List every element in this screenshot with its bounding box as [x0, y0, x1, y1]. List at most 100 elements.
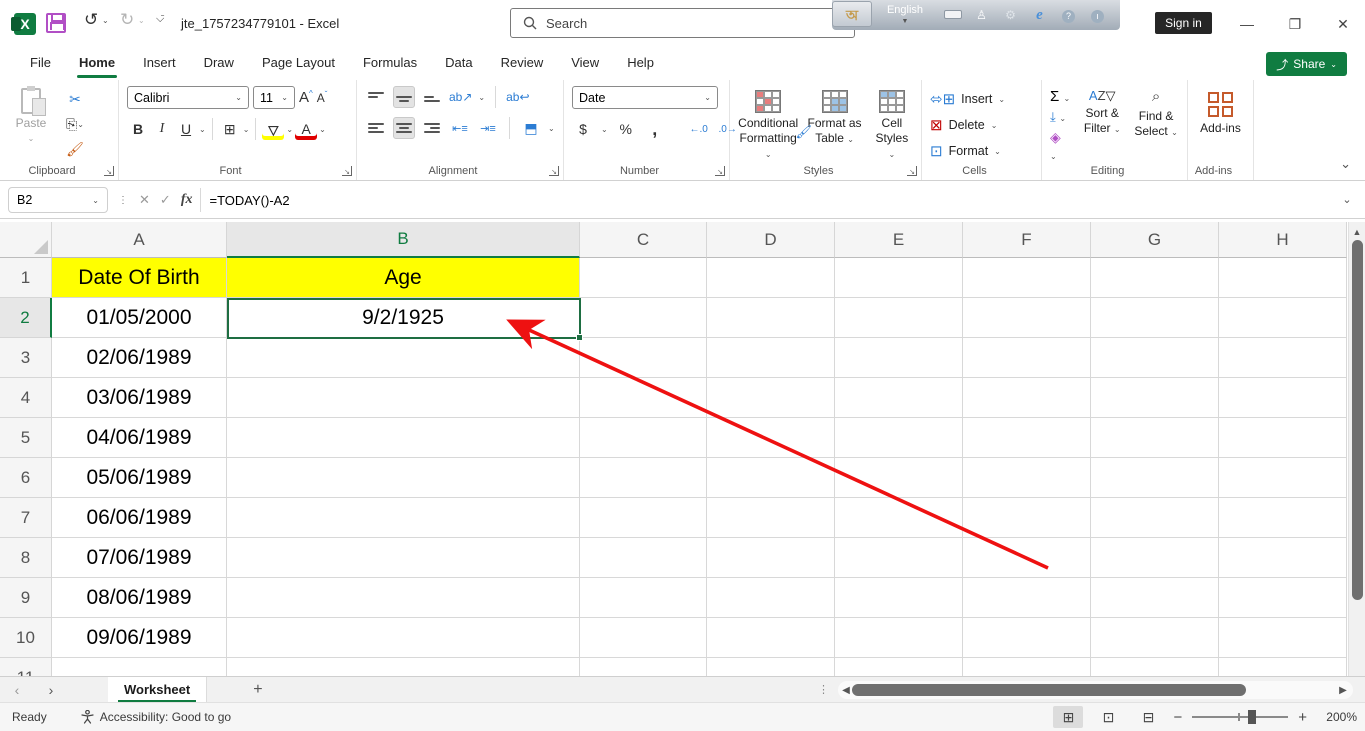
cell-E7[interactable]: [835, 498, 963, 538]
cell-H11[interactable]: [1219, 658, 1347, 676]
restore-button[interactable]: ❐: [1280, 13, 1310, 35]
cell-F1[interactable]: [963, 258, 1091, 298]
save-icon[interactable]: [46, 13, 66, 33]
cell-G9[interactable]: [1091, 578, 1219, 618]
cell-F6[interactable]: [963, 458, 1091, 498]
cell-A9[interactable]: 08/06/1989: [52, 578, 227, 618]
column-header-f[interactable]: F: [963, 222, 1091, 258]
cell-F7[interactable]: [963, 498, 1091, 538]
cell-C5[interactable]: [580, 418, 707, 458]
cell-H6[interactable]: [1219, 458, 1347, 498]
tab-review[interactable]: Review: [487, 48, 558, 80]
orientation-dropdown-icon[interactable]: ⌄: [478, 93, 485, 102]
row-header-8[interactable]: 8: [0, 538, 52, 578]
cell-E11[interactable]: [835, 658, 963, 676]
cell-F2[interactable]: [963, 298, 1091, 338]
scroll-right-icon[interactable]: ▶: [1335, 685, 1351, 696]
cell-A3[interactable]: 02/06/1989: [52, 338, 227, 378]
cell-E6[interactable]: [835, 458, 963, 498]
prev-sheet-icon[interactable]: ‹: [0, 682, 34, 698]
page-layout-view-icon[interactable]: ⊡: [1093, 706, 1123, 728]
name-box[interactable]: B2⌄: [8, 187, 108, 213]
cell-D5[interactable]: [707, 418, 835, 458]
cell-C9[interactable]: [580, 578, 707, 618]
italic-button[interactable]: I: [151, 118, 173, 140]
touch-keyboard-icon[interactable]: [938, 8, 967, 22]
cell-B1[interactable]: Age: [227, 258, 580, 298]
increase-indent-icon[interactable]: ⇥≡: [477, 117, 499, 139]
tab-scrollbar-splitter[interactable]: ⋮: [818, 683, 829, 696]
tab-insert[interactable]: Insert: [129, 48, 190, 80]
zoom-in-icon[interactable]: +: [1298, 709, 1307, 726]
conditional-formatting-button[interactable]: Conditional Formatting ⌄: [738, 86, 798, 160]
percent-style-icon[interactable]: %: [615, 118, 637, 140]
decrease-indent-icon[interactable]: ⇤≡: [449, 117, 471, 139]
increase-font-icon[interactable]: A^: [299, 89, 313, 106]
format-cells-button[interactable]: ⊡ Format⌄: [930, 138, 1033, 164]
cell-B10[interactable]: [227, 618, 580, 658]
cell-B9[interactable]: [227, 578, 580, 618]
zoom-level[interactable]: 200%: [1317, 710, 1357, 724]
cell-H1[interactable]: [1219, 258, 1347, 298]
cell-C8[interactable]: [580, 538, 707, 578]
cell-G8[interactable]: [1091, 538, 1219, 578]
namebox-resize-handle[interactable]: ⋮: [118, 195, 129, 206]
align-left-icon[interactable]: [365, 117, 387, 139]
cell-H9[interactable]: [1219, 578, 1347, 618]
cell-A6[interactable]: 05/06/1989: [52, 458, 227, 498]
comma-style-icon[interactable]: ,: [644, 118, 666, 140]
expand-formula-bar-icon[interactable]: ⌄: [1335, 188, 1359, 212]
cell-H8[interactable]: [1219, 538, 1347, 578]
cell-E3[interactable]: [835, 338, 963, 378]
cell-H5[interactable]: [1219, 418, 1347, 458]
cell-F3[interactable]: [963, 338, 1091, 378]
cell-G10[interactable]: [1091, 618, 1219, 658]
language-minimize-icon[interactable]: ı: [1083, 8, 1120, 23]
cell-G2[interactable]: [1091, 298, 1219, 338]
underline-button[interactable]: U: [175, 118, 197, 140]
tab-view[interactable]: View: [557, 48, 613, 80]
sheet-tab-worksheet[interactable]: Worksheet: [108, 677, 207, 703]
font-name-select[interactable]: Calibri⌄: [127, 86, 249, 109]
excel-app-icon[interactable]: X: [14, 13, 36, 35]
cancel-entry-icon[interactable]: ✕: [139, 192, 150, 208]
cell-G1[interactable]: [1091, 258, 1219, 298]
cell-B11[interactable]: [227, 658, 580, 676]
alignment-dialog-launcher[interactable]: [549, 166, 559, 176]
sort-filter-button[interactable]: AZ▽ Sort & Filter ⌄: [1079, 86, 1125, 162]
column-header-a[interactable]: A: [52, 222, 227, 258]
zoom-out-icon[interactable]: −: [1173, 709, 1182, 726]
cell-A7[interactable]: 06/06/1989: [52, 498, 227, 538]
cell-A1[interactable]: Date Of Birth: [52, 258, 227, 298]
cell-A4[interactable]: 03/06/1989: [52, 378, 227, 418]
align-middle-icon[interactable]: [393, 86, 415, 108]
cell-H2[interactable]: [1219, 298, 1347, 338]
insert-cells-button[interactable]: ⬄⊞ Insert⌄: [930, 86, 1033, 112]
tab-help[interactable]: Help: [613, 48, 668, 80]
cell-E8[interactable]: [835, 538, 963, 578]
cell-E4[interactable]: [835, 378, 963, 418]
close-button[interactable]: ✕: [1328, 13, 1358, 35]
column-header-d[interactable]: D: [707, 222, 835, 258]
cell-F9[interactable]: [963, 578, 1091, 618]
cell-D11[interactable]: [707, 658, 835, 676]
cell-A10[interactable]: 09/06/1989: [52, 618, 227, 658]
formula-input[interactable]: =TODAY()-A2: [209, 193, 289, 208]
clipboard-dialog-launcher[interactable]: [104, 166, 114, 176]
cell-F8[interactable]: [963, 538, 1091, 578]
scroll-up-icon[interactable]: ▲: [1349, 222, 1365, 237]
cell-A5[interactable]: 04/06/1989: [52, 418, 227, 458]
tab-formulas[interactable]: Formulas: [349, 48, 431, 80]
cell-A11[interactable]: [52, 658, 227, 676]
format-as-table-button[interactable]: 🖌 Format as Table ⌄: [804, 86, 864, 160]
cell-E1[interactable]: [835, 258, 963, 298]
normal-view-icon[interactable]: ⊞: [1053, 706, 1083, 728]
horizontal-scroll-thumb[interactable]: [852, 684, 1246, 696]
bold-button[interactable]: B: [127, 118, 149, 140]
align-bottom-icon[interactable]: [421, 86, 443, 108]
cell-D9[interactable]: [707, 578, 835, 618]
minimize-button[interactable]: —: [1232, 13, 1262, 35]
cell-G3[interactable]: [1091, 338, 1219, 378]
cell-C11[interactable]: [580, 658, 707, 676]
language-selector[interactable]: English▼: [872, 5, 938, 25]
